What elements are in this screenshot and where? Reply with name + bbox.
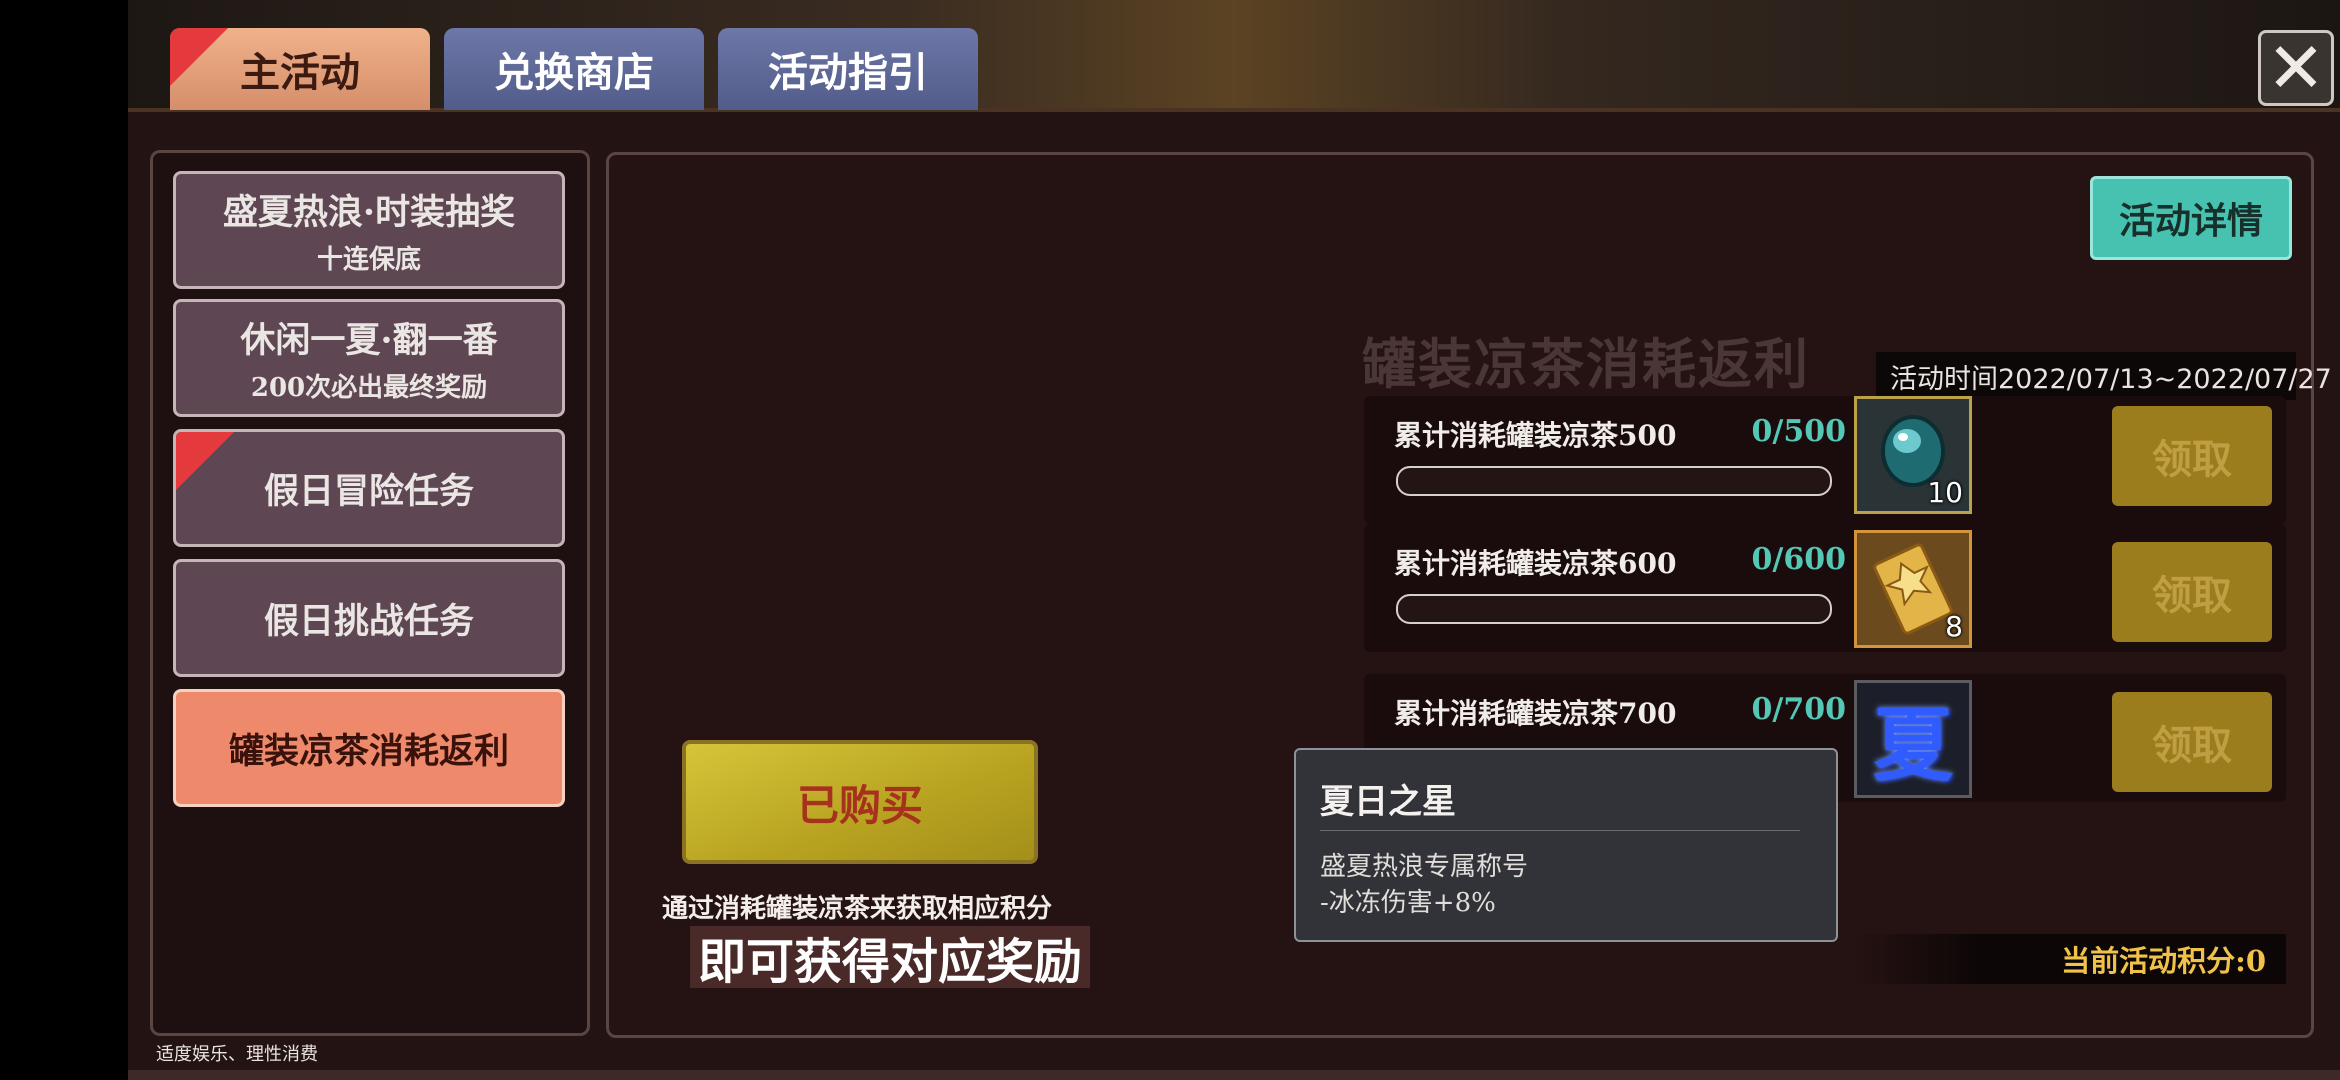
tab-label: 活动指引 — [768, 49, 928, 96]
task-row: 累计消耗罐装凉茶600 0/600 8 领取 — [1364, 524, 2286, 652]
sidebar-item-title: 假日挑战任务 — [263, 600, 474, 642]
task-label: 累计消耗罐装凉茶600 — [1394, 547, 1677, 580]
tab-activity-guide[interactable]: 活动指引 — [718, 28, 978, 110]
reward-quantity: 10 — [1927, 476, 1963, 509]
reward-item[interactable]: 8 — [1854, 530, 1972, 648]
activity-list-panel: 盛夏热浪·时装抽奖 十连保底 休闲一夏·翻一番 200次必出最终奖励 假日冒险任… — [150, 150, 590, 1036]
task-count: 0/600 — [1751, 542, 1846, 577]
task-row: 累计消耗罐装凉茶500 0/500 10 领取 — [1364, 396, 2286, 524]
tooltip-description: 盛夏热浪专属称号 — [1320, 852, 1529, 882]
reward-tooltip: 夏日之星 盛夏热浪专属称号 -冰冻伤害+8% — [1294, 748, 1838, 942]
sidebar-item-double-flip[interactable]: 休闲一夏·翻一番 200次必出最终奖励 — [173, 299, 565, 417]
summer-title-icon: 夏 — [1873, 698, 1953, 792]
game-screen: 主活动 兑换商店 活动指引 ✕ 盛夏热浪·时装抽奖 十连保底 休闲一夏·翻一番 … — [0, 0, 2340, 1080]
task-progress-bar — [1396, 466, 1832, 496]
task-label: 累计消耗罐装凉茶500 — [1394, 419, 1677, 452]
sidebar-item-adventure-tasks[interactable]: 假日冒险任务 — [173, 429, 565, 547]
health-notice: 适度娱乐、理性消费 — [156, 1044, 318, 1065]
sidebar-item-subtitle: 十连保底 — [316, 245, 421, 275]
close-icon: ✕ — [2266, 27, 2326, 109]
close-button[interactable]: ✕ — [2258, 30, 2334, 106]
event-time: 活动时间2022/07/13~2022/07/27 — [1876, 352, 2332, 400]
new-flag-icon — [176, 432, 234, 490]
claim-button[interactable]: 领取 — [2112, 406, 2272, 506]
sidebar-item-fashion-lottery[interactable]: 盛夏热浪·时装抽奖 十连保底 — [173, 171, 565, 289]
reward-item[interactable]: 10 — [1854, 396, 1972, 514]
reward-item[interactable]: 夏 — [1854, 680, 1972, 798]
letterbox-left — [0, 0, 128, 1080]
sidebar-item-title: 休闲一夏·翻一番 — [240, 320, 498, 361]
purchased-button[interactable]: 已购买 — [682, 740, 1038, 864]
tab-label: 主活动 — [240, 49, 360, 96]
tab-label: 兑换商店 — [494, 49, 654, 96]
reward-quantity: 8 — [1945, 610, 1963, 643]
sidebar-item-title: 假日冒险任务 — [263, 470, 474, 512]
sidebar-item-challenge-tasks[interactable]: 假日挑战任务 — [173, 559, 565, 677]
sidebar-item-title: 罐装凉茶消耗返利 — [228, 730, 509, 772]
tab-exchange-shop[interactable]: 兑换商店 — [444, 28, 704, 110]
sidebar-item-title: 盛夏热浪·时装抽奖 — [222, 192, 516, 233]
tooltip-title: 夏日之星 — [1320, 782, 1456, 822]
task-count: 0/700 — [1751, 692, 1846, 727]
frame-border — [128, 1070, 2340, 1080]
sidebar-item-tea-rebate[interactable]: 罐装凉茶消耗返利 — [173, 689, 565, 807]
new-flag-icon — [170, 28, 228, 86]
event-title: 罐装凉茶消耗返利 — [1362, 332, 1810, 396]
sidebar-item-subtitle: 200次必出最终奖励 — [250, 373, 488, 403]
description-line: 通过消耗罐装凉茶来获取相应积分 — [662, 894, 1053, 924]
task-count: 0/500 — [1751, 414, 1846, 449]
tooltip-divider — [1320, 830, 1800, 831]
claim-button[interactable]: 领取 — [2112, 692, 2272, 792]
claim-button[interactable]: 领取 — [2112, 542, 2272, 642]
current-points: 当前活动积分:0 — [1856, 934, 2286, 984]
task-progress-bar — [1396, 594, 1832, 624]
tooltip-effect: -冰冻伤害+8% — [1320, 888, 1496, 918]
description-highlight: 即可获得对应奖励 — [690, 926, 1091, 990]
task-label: 累计消耗罐装凉茶700 — [1394, 697, 1677, 730]
activity-details-button[interactable]: 活动详情 — [2090, 176, 2292, 260]
tab-main-activity[interactable]: 主活动 — [170, 28, 430, 110]
